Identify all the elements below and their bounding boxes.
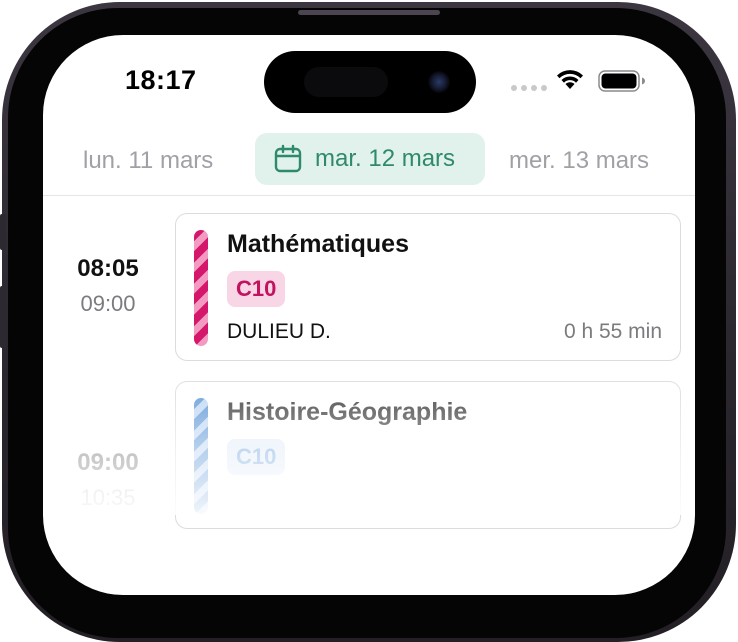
lesson-start-time: 09:00: [77, 449, 139, 476]
face-id-sensor: [304, 67, 388, 97]
speaker-grille: [298, 10, 440, 15]
calendar-icon: [274, 144, 302, 173]
subject-color-stripe: [194, 230, 208, 346]
day-selected-label: mar. 12 mars: [315, 145, 456, 172]
mute-switch: [0, 214, 6, 250]
lesson-start-time: 08:05: [77, 255, 139, 282]
lesson-end-time: 09:00: [80, 291, 136, 316]
dynamic-island: [264, 51, 476, 113]
room-badge: C10: [227, 271, 286, 307]
day-next[interactable]: mer. 13 mars: [509, 147, 649, 175]
lesson-subject: Histoire-Géographie: [227, 398, 468, 426]
lesson-time: 08:05 09:00: [43, 255, 173, 317]
lesson-teacher: DULIEU D.: [227, 320, 331, 343]
lesson-card[interactable]: Histoire-Géographie C10: [175, 381, 681, 529]
battery-icon: [598, 70, 645, 92]
lesson-subject: Mathématiques: [227, 230, 409, 258]
wifi-icon: [557, 70, 583, 89]
front-camera: [428, 71, 450, 93]
status-time: 18:17: [125, 65, 197, 95]
lesson-end-time: 10:35: [80, 485, 136, 510]
day-selected[interactable]: mar. 12 mars: [255, 133, 485, 185]
day-previous[interactable]: lun. 11 mars: [83, 147, 213, 175]
cellular-signal-icon: [511, 85, 547, 91]
lesson-duration: 0 h 55 min: [563, 320, 662, 343]
room-badge: C10: [227, 439, 286, 475]
lesson-card[interactable]: Mathématiques C10 DULIEU D. 0 h 55 min: [175, 213, 681, 361]
subject-color-stripe: [194, 398, 208, 514]
screen: 18:17 lun. 11 mars mar. 12 mars mer. 13 …: [43, 35, 695, 595]
volume-up-button: [0, 286, 6, 348]
lesson-time: 09:00 10:35: [43, 449, 173, 511]
day-selector: lun. 11 mars mar. 12 mars mer. 13 mars: [43, 131, 695, 196]
